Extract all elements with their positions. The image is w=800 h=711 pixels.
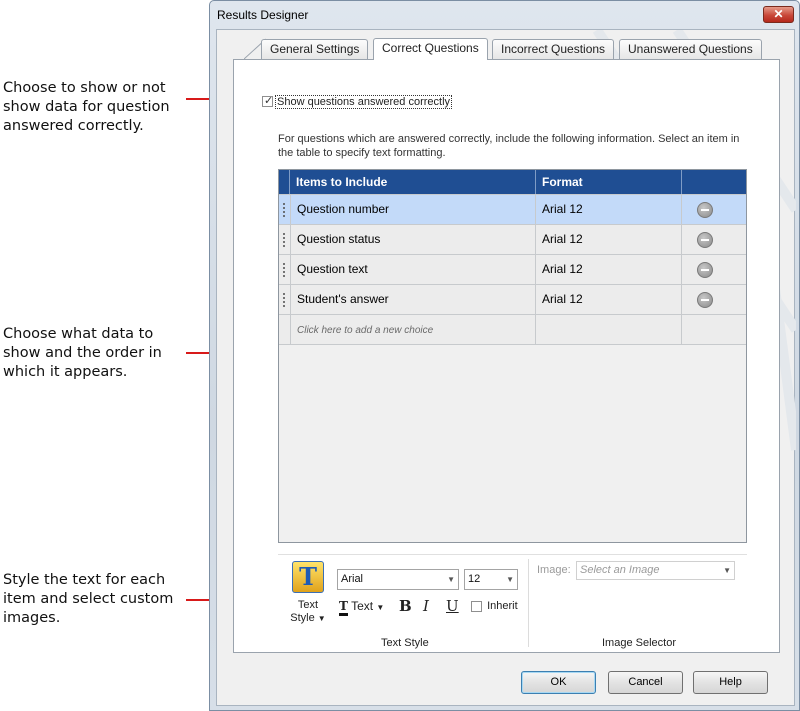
header-grip-cell <box>279 170 290 194</box>
table-row[interactable]: Question status Arial 12 <box>279 224 746 254</box>
tab-general-settings[interactable]: General Settings <box>261 39 369 59</box>
row-format[interactable]: Arial 12 <box>536 255 682 284</box>
add-choice-placeholder[interactable]: Click here to add a new choice <box>290 315 536 344</box>
annotation-show-correct: Choose to show or not show data for ques… <box>3 80 170 134</box>
bold-button[interactable]: B <box>399 597 412 615</box>
row-item[interactable]: Question number <box>290 195 536 224</box>
items-grid: Items to Include Format Question number … <box>278 169 747 543</box>
add-choice-text[interactable]: Click here to add a new choice <box>297 325 433 336</box>
dialog-client-area: General Settings Correct Questions Incor… <box>216 29 796 706</box>
drag-handle-icon[interactable] <box>283 202 285 218</box>
chevron-down-icon: ▼ <box>376 603 385 612</box>
annotation-text-style: Style the text for each item and select … <box>3 572 174 626</box>
grid-header: Items to Include Format <box>279 170 746 194</box>
help-button[interactable]: Help <box>693 671 768 694</box>
row-format[interactable]: Arial 12 <box>536 225 682 254</box>
image-label: Image: <box>537 564 571 576</box>
tab-incorrect-questions[interactable]: Incorrect Questions <box>492 39 615 59</box>
row-format[interactable]: Arial 12 <box>536 285 682 314</box>
show-correct-checkbox[interactable]: ✓ <box>262 95 274 108</box>
row-item[interactable]: Question text <box>290 255 536 284</box>
header-items-to-include[interactable]: Items to Include <box>290 170 536 194</box>
group-separator <box>528 559 529 647</box>
header-format[interactable]: Format <box>536 170 682 194</box>
row-item[interactable]: Student's answer <box>290 285 536 314</box>
font-family-combo[interactable]: Arial ▼ <box>337 569 459 590</box>
text-color-label: Text <box>351 599 374 613</box>
checkmark-icon: ✓ <box>264 95 274 108</box>
remove-icon[interactable] <box>697 202 713 218</box>
inherit-toggle[interactable]: Inherit <box>471 600 518 612</box>
italic-button[interactable]: I <box>423 597 429 615</box>
cancel-button[interactable]: Cancel <box>608 671 683 694</box>
row-format[interactable]: Arial 12 <box>536 195 682 224</box>
text-color-icon: T <box>339 599 348 616</box>
font-size-combo[interactable]: 12 ▼ <box>464 569 518 590</box>
chevron-down-icon: ▼ <box>317 614 326 623</box>
chevron-down-icon: ▼ <box>723 566 731 575</box>
text-style-button-label[interactable]: Text Style <box>290 599 318 624</box>
inherit-label: Inherit <box>487 600 518 612</box>
drag-handle-icon[interactable] <box>283 232 285 248</box>
tab-correct-questions[interactable]: Correct Questions <box>373 38 488 60</box>
header-remove <box>682 170 746 194</box>
window-title: Results Designer <box>217 8 309 22</box>
show-correct-row[interactable]: ✓ Show questions answered correctly <box>262 94 453 109</box>
underline-button[interactable]: U <box>446 597 459 615</box>
annotation-data-order: Choose what data to show and the order i… <box>3 326 162 380</box>
ok-button[interactable]: OK <box>521 671 596 694</box>
remove-icon[interactable] <box>697 262 713 278</box>
text-style-group-label: Text Style <box>381 637 429 649</box>
results-designer-window: Results Designer ✕ General Settings Corr… <box>209 0 800 711</box>
close-button[interactable]: ✕ <box>763 6 794 23</box>
image-selector-value: Select an Image <box>580 564 660 576</box>
table-row[interactable]: Question number Arial 12 <box>279 194 746 224</box>
remove-icon[interactable] <box>697 232 713 248</box>
close-icon: ✕ <box>773 7 784 21</box>
tab-unanswered-questions[interactable]: Unanswered Questions <box>619 39 762 59</box>
font-family-value: Arial <box>341 573 364 585</box>
inherit-checkbox[interactable] <box>471 600 482 612</box>
drag-handle-icon[interactable] <box>283 262 285 278</box>
font-size-value: 12 <box>468 573 481 585</box>
add-choice-row[interactable]: Click here to add a new choice <box>279 314 746 345</box>
description-text: For questions which are answered correct… <box>278 133 740 159</box>
chevron-down-icon: ▼ <box>506 575 514 584</box>
formatting-panel: T Text Style ▼ Arial ▼ 12 ▼ T Text ▼ B I… <box>278 554 747 649</box>
chevron-down-icon: ▼ <box>447 575 455 584</box>
image-selector-combo[interactable]: Select an Image ▼ <box>576 561 735 580</box>
row-item[interactable]: Question status <box>290 225 536 254</box>
title-bar: Results Designer ✕ <box>210 1 799 28</box>
text-style-button[interactable]: Text Style ▼ <box>286 599 330 625</box>
add-choice-format <box>536 315 682 344</box>
show-correct-label[interactable]: Show questions answered correctly <box>275 94 453 109</box>
image-selector-group-label: Image Selector <box>602 637 676 649</box>
text-color-button[interactable]: T Text ▼ <box>339 599 385 616</box>
table-row[interactable]: Student's answer Arial 12 <box>279 284 746 314</box>
drag-handle-icon[interactable] <box>283 292 285 308</box>
remove-icon[interactable] <box>697 292 713 308</box>
text-style-icon[interactable]: T <box>292 561 324 593</box>
table-row[interactable]: Question text Arial 12 <box>279 254 746 284</box>
